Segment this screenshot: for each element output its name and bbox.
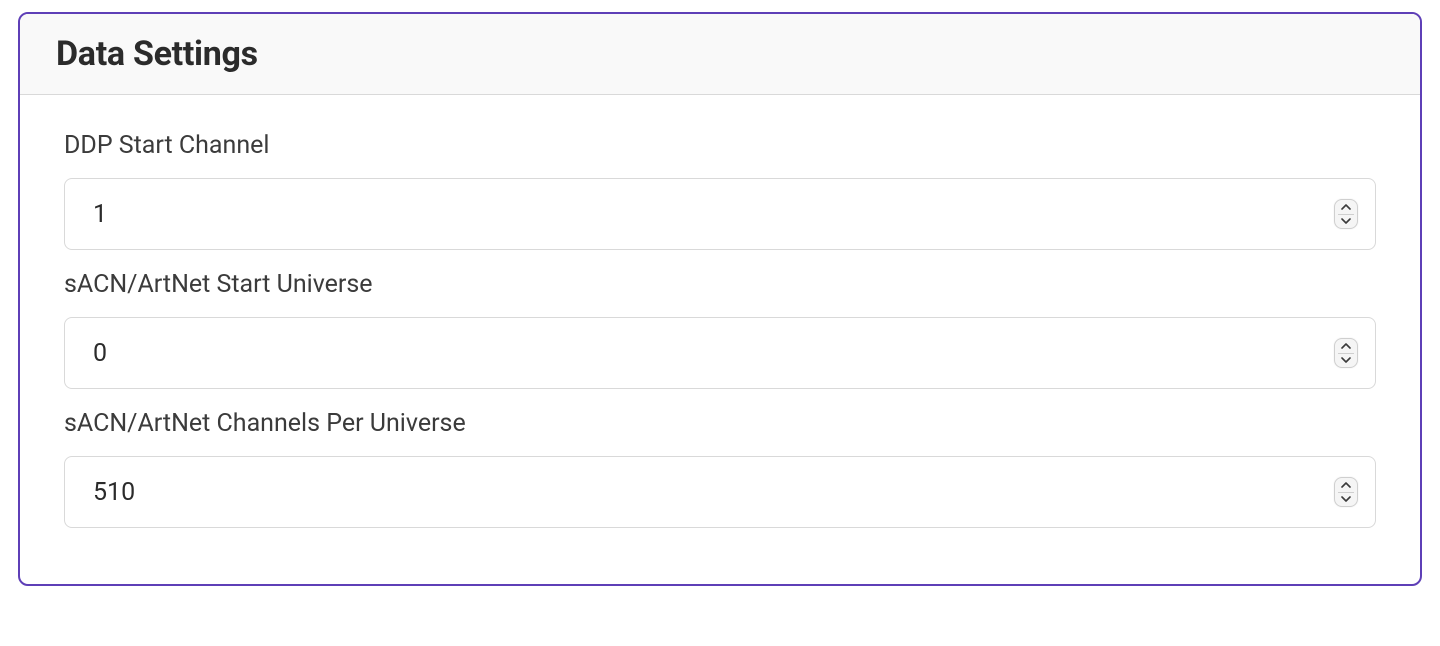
stepper-up-icon[interactable] bbox=[1335, 339, 1357, 353]
label-sacn-start-universe: sACN/ArtNet Start Universe bbox=[64, 270, 1376, 299]
stepper-sacn-start-universe bbox=[1334, 338, 1358, 368]
stepper-up-icon[interactable] bbox=[1335, 478, 1357, 492]
input-wrap-sacn-channels-per-universe bbox=[64, 456, 1376, 528]
label-sacn-channels-per-universe: sACN/ArtNet Channels Per Universe bbox=[64, 409, 1376, 438]
input-sacn-channels-per-universe[interactable] bbox=[64, 456, 1376, 528]
field-ddp-start-channel: DDP Start Channel bbox=[64, 131, 1376, 250]
input-ddp-start-channel[interactable] bbox=[64, 178, 1376, 250]
stepper-down-icon[interactable] bbox=[1335, 214, 1357, 228]
stepper-down-icon[interactable] bbox=[1335, 492, 1357, 506]
stepper-up-icon[interactable] bbox=[1335, 200, 1357, 214]
stepper-ddp-start-channel bbox=[1334, 199, 1358, 229]
field-sacn-channels-per-universe: sACN/ArtNet Channels Per Universe bbox=[64, 409, 1376, 528]
panel-body: DDP Start Channel sACN/ArtNet Start Univ… bbox=[20, 95, 1420, 584]
label-ddp-start-channel: DDP Start Channel bbox=[64, 131, 1376, 160]
stepper-sacn-channels-per-universe bbox=[1334, 477, 1358, 507]
data-settings-panel: Data Settings DDP Start Channel sACN/Art… bbox=[18, 12, 1422, 586]
input-wrap-ddp-start-channel bbox=[64, 178, 1376, 250]
input-sacn-start-universe[interactable] bbox=[64, 317, 1376, 389]
stepper-down-icon[interactable] bbox=[1335, 353, 1357, 367]
field-sacn-start-universe: sACN/ArtNet Start Universe bbox=[64, 270, 1376, 389]
input-wrap-sacn-start-universe bbox=[64, 317, 1376, 389]
panel-header: Data Settings bbox=[20, 14, 1420, 95]
panel-title: Data Settings bbox=[56, 34, 1384, 74]
